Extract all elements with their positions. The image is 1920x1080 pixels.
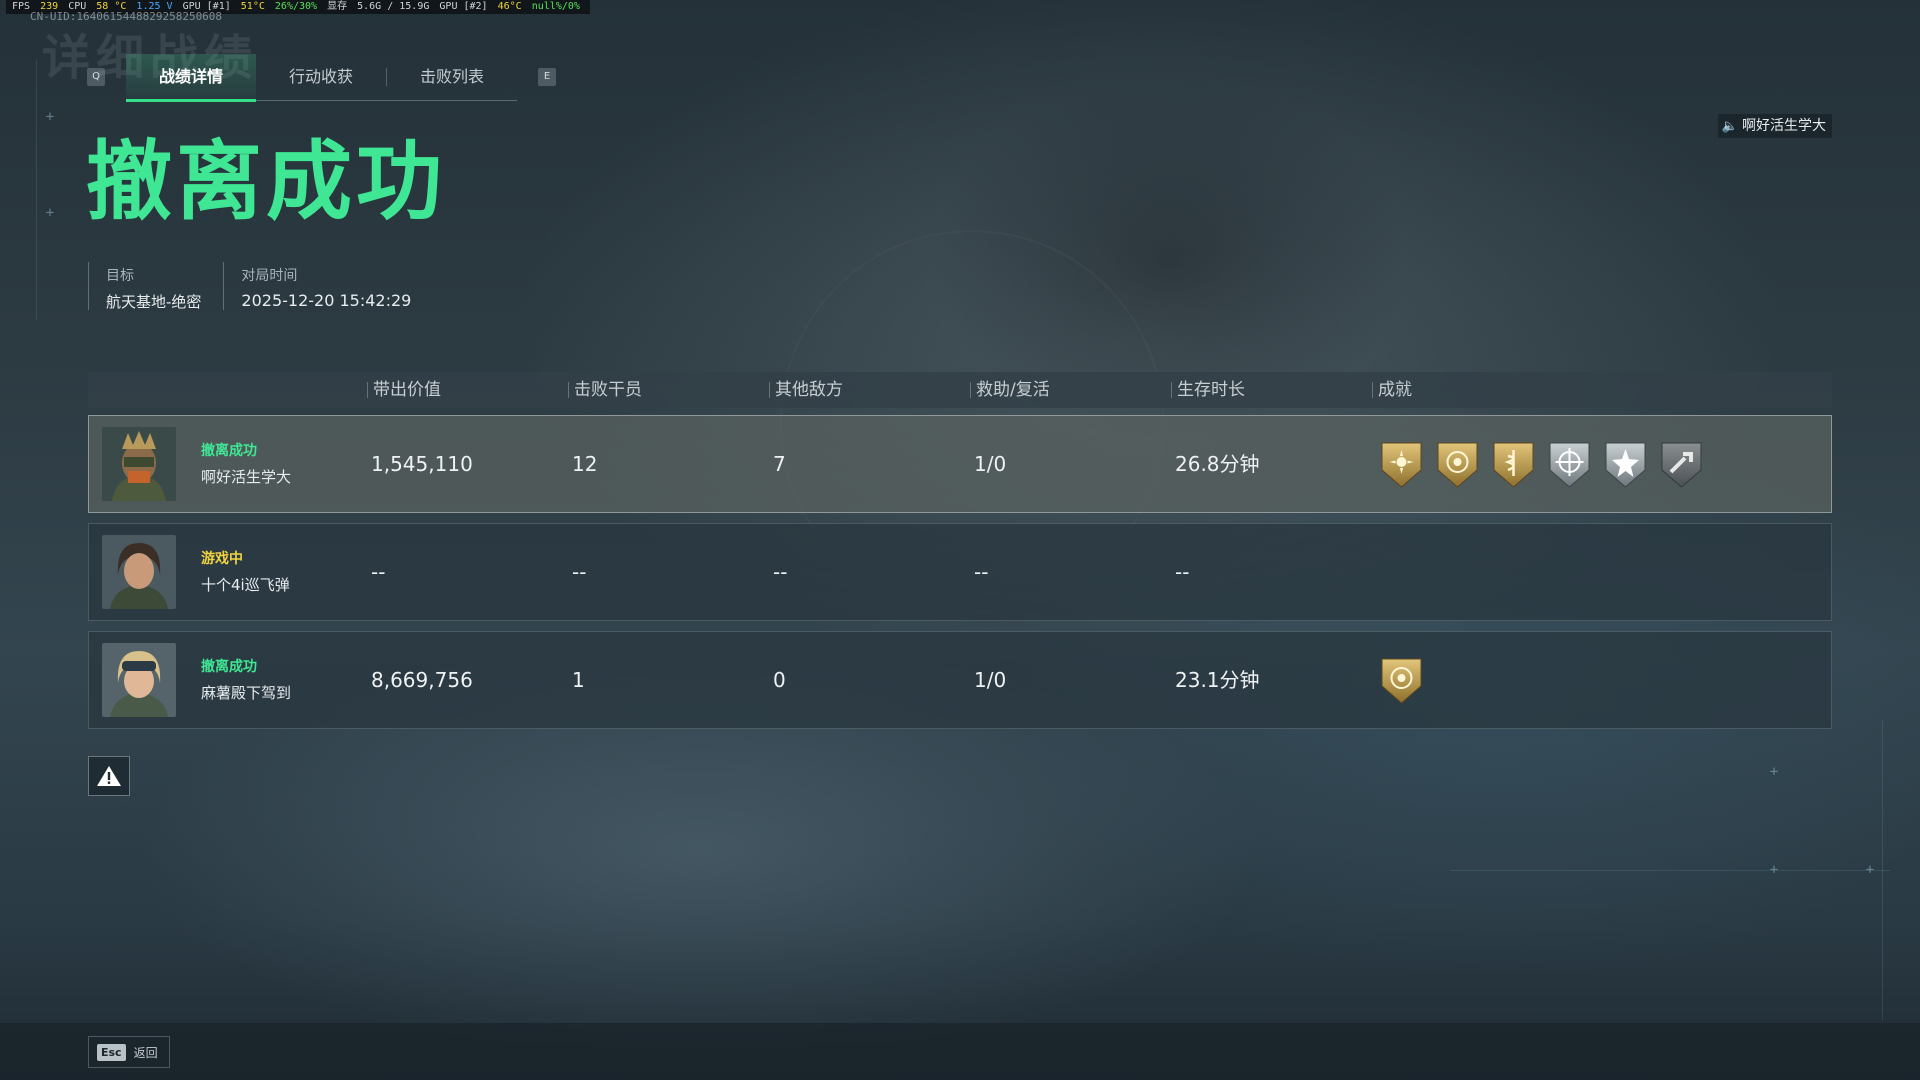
survival-time: 23.1分钟 — [1175, 668, 1260, 692]
tab-prev-key-hint[interactable]: Q — [87, 68, 105, 86]
tab-action-gains[interactable]: 行动收获 — [256, 54, 386, 100]
player-name: 啊好活生学大 — [201, 468, 292, 486]
silver-wrench-badge-icon[interactable] — [1659, 440, 1704, 490]
report-button[interactable] — [88, 756, 130, 796]
survival-time: 26.8分钟 — [1175, 452, 1260, 476]
tab-bar: 战绩详情 行动收获 击败列表 — [126, 54, 517, 102]
player-name: 麻薯殿下驾到 — [201, 684, 292, 702]
back-button[interactable]: Esc 返回 — [88, 1036, 170, 1068]
tab-kill-list[interactable]: 击败列表 — [387, 54, 517, 100]
header-survival-time: 生存时长 — [1171, 372, 1245, 408]
voice-player-name: 啊好活生学大 — [1742, 118, 1826, 134]
vram-label: 显存 — [327, 1, 348, 12]
header-assist-revive: 救助/复活 — [970, 372, 1050, 408]
header-achievements: 成就 — [1372, 372, 1412, 408]
achievement-list — [1379, 656, 1424, 706]
hud-line — [36, 60, 37, 320]
gpu1-temp: 51°C — [240, 1, 265, 12]
gold-target-badge-icon[interactable] — [1379, 656, 1424, 706]
achievement-list — [1379, 440, 1704, 490]
assist-revive: -- — [974, 560, 989, 584]
player-avatar — [102, 427, 176, 501]
table-row[interactable]: 游戏中 十个4i巡飞弹 -- -- -- -- -- — [88, 523, 1832, 621]
table-row[interactable]: 撤离成功 麻薯殿下驾到 8,669,756 1 0 1/0 23.1分钟 — [88, 631, 1832, 729]
table-row[interactable]: 撤离成功 啊好活生学大 1,545,110 12 7 1/0 26.8分钟 — [88, 415, 1832, 513]
extract-value: -- — [371, 560, 386, 584]
gpu2-label: GPU [#2] — [439, 1, 488, 12]
other-enemies: -- — [773, 560, 788, 584]
hud-line — [1450, 870, 1890, 871]
target-block: 目标 航天基地-绝密 — [88, 262, 223, 311]
player-avatar — [102, 535, 176, 609]
header-extract-value: 带出价值 — [367, 372, 441, 408]
tab-battle-details[interactable]: 战绩详情 — [126, 54, 256, 102]
tab-next-key-hint[interactable]: E — [538, 68, 556, 86]
esc-key-hint: Esc — [97, 1043, 126, 1061]
player-name: 十个4i巡飞弹 — [201, 576, 290, 594]
extract-value: 1,545,110 — [371, 452, 473, 476]
player-status: 游戏中 — [201, 551, 243, 567]
survival-time: -- — [1175, 560, 1190, 584]
speaker-icon: 🔈 — [1721, 119, 1738, 134]
hud-cross-icon: + — [45, 109, 55, 125]
gpu1-load: 26%/30% — [274, 1, 318, 12]
voice-indicator: 🔈 啊好活生学大 — [1717, 114, 1832, 138]
target-value: 航天基地-绝密 — [106, 293, 202, 311]
gpu2-load: null%/0% — [531, 1, 580, 12]
player-status: 撤离成功 — [201, 659, 257, 675]
player-status: 撤离成功 — [201, 443, 257, 459]
gold-sun-badge-icon[interactable] — [1379, 440, 1424, 490]
match-meta: 目标 航天基地-绝密 对局时间 2025-12-20 15:42:29 — [88, 262, 433, 311]
header-operator-kills: 击败干员 — [568, 372, 642, 408]
fps-label: FPS — [12, 1, 31, 12]
header-other-enemies: 其他敌方 — [769, 372, 843, 408]
other-enemies: 0 — [773, 668, 786, 692]
hud-cross-icon: + — [45, 205, 55, 221]
result-title: 撤离成功 — [86, 132, 446, 232]
silver-star-badge-icon[interactable] — [1603, 440, 1648, 490]
gpu2-temp: 46°C — [497, 1, 522, 12]
operator-kills: 1 — [572, 668, 585, 692]
assist-revive: 1/0 — [974, 668, 1007, 692]
extract-value: 8,669,756 — [371, 668, 473, 692]
match-time-block: 对局时间 2025-12-20 15:42:29 — [223, 262, 433, 310]
other-enemies: 7 — [773, 452, 786, 476]
gold-medic-badge-icon[interactable] — [1491, 440, 1536, 490]
assist-revive: 1/0 — [974, 452, 1007, 476]
match-time-label: 对局时间 — [241, 268, 298, 284]
target-label: 目标 — [106, 268, 134, 284]
hud-cross-icon: + — [1769, 862, 1779, 878]
hud-cross-icon: + — [1865, 862, 1875, 878]
footer-bar — [0, 1023, 1920, 1080]
back-label: 返回 — [133, 1045, 158, 1060]
player-avatar — [102, 643, 176, 717]
silver-crosshair-badge-icon[interactable] — [1547, 440, 1592, 490]
gold-target-badge-icon[interactable] — [1435, 440, 1480, 490]
vram-value: 5.6G / 15.9G — [357, 1, 430, 12]
match-time-value: 2025-12-20 15:42:29 — [241, 291, 412, 310]
operator-kills: 12 — [572, 452, 598, 476]
hud-cross-icon: + — [1769, 764, 1779, 780]
operator-kills: -- — [572, 560, 587, 584]
warning-icon — [97, 766, 121, 786]
stats-table-header: 带出价值 击败干员 其他敌方 救助/复活 生存时长 成就 — [88, 372, 1832, 408]
